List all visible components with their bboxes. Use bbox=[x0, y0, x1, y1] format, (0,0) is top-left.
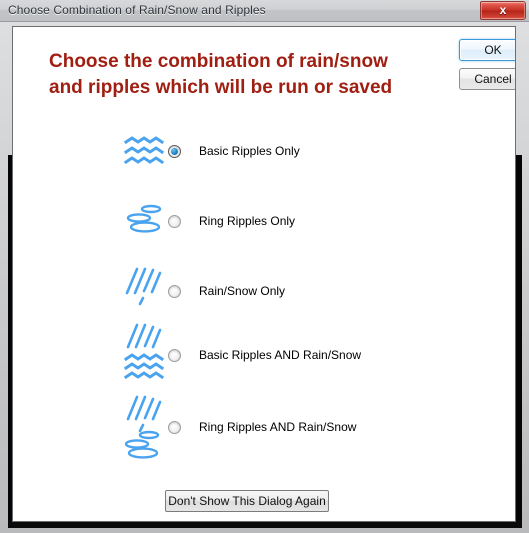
option-row-rain-snow[interactable]: Rain/Snow Only bbox=[13, 267, 515, 327]
cancel-button[interactable]: Cancel bbox=[459, 68, 515, 90]
rain-and-waves-icon bbox=[123, 323, 169, 395]
close-icon: x bbox=[499, 3, 507, 17]
rain-and-rings-icon bbox=[123, 395, 169, 473]
radio-basic-ripples[interactable] bbox=[168, 145, 181, 158]
page-title: Choose the combination of rain/snow and … bbox=[49, 49, 439, 101]
radio-ring-ripples[interactable] bbox=[168, 215, 181, 228]
option-row-basic-ripples[interactable]: Basic Ripples Only bbox=[13, 133, 515, 193]
close-button[interactable]: x bbox=[480, 1, 526, 20]
window-title: Choose Combination of Rain/Snow and Ripp… bbox=[8, 3, 266, 17]
page-title-line-2: and ripples which will be run or saved bbox=[49, 77, 393, 98]
option-row-ring-ripples[interactable]: Ring Ripples Only bbox=[13, 201, 515, 261]
radio-rain-snow[interactable] bbox=[168, 285, 181, 298]
option-row-ring-ripples-and-rain[interactable]: Ring Ripples AND Rain/Snow bbox=[13, 395, 515, 459]
option-label-basic-ripples-and-rain: Basic Ripples AND Rain/Snow bbox=[199, 348, 362, 362]
radio-basic-ripples-and-rain[interactable] bbox=[168, 349, 181, 362]
dialog-content: Choose the combination of rain/snow and … bbox=[12, 26, 516, 522]
dialog-window: Choose Combination of Rain/Snow and Ripp… bbox=[0, 0, 529, 533]
ok-button[interactable]: OK bbox=[459, 39, 515, 61]
page-title-line-1: Choose the combination of rain/snow bbox=[49, 51, 388, 72]
radio-ring-ripples-and-rain[interactable] bbox=[168, 421, 181, 434]
waves-icon bbox=[123, 133, 169, 193]
option-label-basic-ripples: Basic Ripples Only bbox=[199, 144, 300, 158]
rings-icon bbox=[123, 201, 169, 261]
title-bar: Choose Combination of Rain/Snow and Ripp… bbox=[0, 0, 529, 22]
option-label-ring-ripples: Ring Ripples Only bbox=[199, 214, 296, 228]
rain-icon bbox=[123, 267, 169, 327]
option-row-basic-ripples-and-rain[interactable]: Basic Ripples AND Rain/Snow bbox=[13, 323, 515, 383]
option-label-ring-ripples-and-rain: Ring Ripples AND Rain/Snow bbox=[199, 420, 357, 434]
option-label-rain-snow: Rain/Snow Only bbox=[199, 284, 286, 298]
dont-show-again-button[interactable]: Don't Show This Dialog Again bbox=[165, 490, 329, 512]
